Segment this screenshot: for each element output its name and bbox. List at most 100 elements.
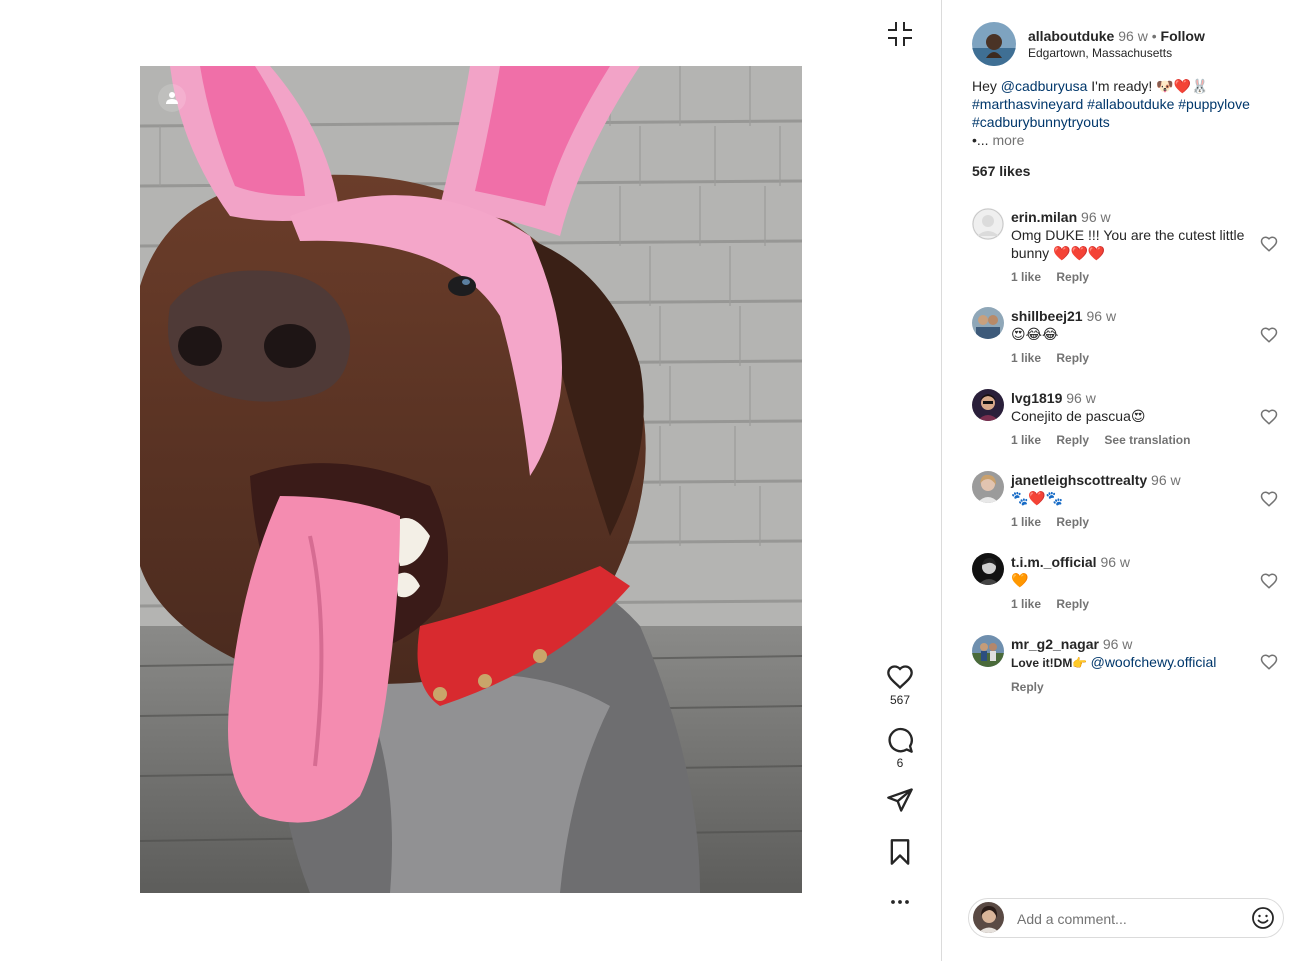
comment-count[interactable]: 6	[880, 756, 920, 770]
separator-dot: •	[1151, 28, 1157, 44]
follow-button[interactable]: Follow	[1161, 28, 1205, 44]
heart-icon[interactable]	[1260, 326, 1278, 344]
heart-icon[interactable]	[1260, 235, 1278, 253]
comment-time: 96 w	[1066, 390, 1096, 406]
reply-button[interactable]: Reply	[1056, 351, 1089, 365]
commenter-avatar[interactable]	[972, 307, 1004, 339]
comment-body: shillbeej21 96 w 😍😂😂 1 like Reply	[1011, 307, 1251, 367]
comment-text: Conejito de pascua😍	[1011, 408, 1146, 424]
more-link[interactable]: more	[992, 132, 1024, 148]
like-action: 567	[880, 663, 920, 707]
comment-time: 96 w	[1151, 472, 1181, 488]
commenter-avatar[interactable]	[972, 208, 1004, 240]
comment-likes[interactable]: 1 like	[1011, 351, 1041, 365]
caption-mention[interactable]: @cadburyusa	[1001, 78, 1088, 94]
reply-button[interactable]: Reply	[1056, 433, 1089, 447]
comment-text: 🐾❤️🐾	[1011, 490, 1064, 506]
commenter-avatar-image	[972, 553, 1004, 585]
hashtag-link[interactable]: #allaboutduke	[1087, 96, 1174, 112]
heart-icon[interactable]	[886, 663, 914, 691]
reply-button[interactable]: Reply	[1056, 597, 1089, 611]
comment-username[interactable]: mr_g2_nagar	[1011, 636, 1099, 652]
commenter-avatar-image	[972, 635, 1004, 667]
author-line: allaboutduke 96 w • Follow	[1028, 28, 1205, 44]
comment-action: 6	[880, 726, 920, 770]
post-time: 96 w	[1118, 28, 1148, 44]
see-translation-link[interactable]: See translation	[1104, 433, 1190, 447]
comment-meta: 1 like Reply	[1011, 513, 1251, 531]
reply-button[interactable]: Reply	[1056, 515, 1089, 529]
comment-likes[interactable]: 1 like	[1011, 597, 1041, 611]
post-details-pane: allaboutduke 96 w • Follow Edgartown, Ma…	[941, 0, 1300, 961]
comment-text: 🧡	[1011, 572, 1029, 588]
comment-time: 96 w	[1081, 209, 1111, 225]
smiley-icon[interactable]	[1251, 906, 1275, 930]
hashtag-link[interactable]: #cadburybunnytryouts	[972, 114, 1110, 130]
hashtag-link[interactable]: #puppylove	[1178, 96, 1250, 112]
comment-meta: Reply	[1011, 678, 1261, 696]
comment-body: t.i.m._official 96 w 🧡 1 like Reply	[1011, 553, 1251, 613]
comment-text: Love it!DM👉	[1011, 656, 1091, 670]
collapse-icon[interactable]	[886, 20, 914, 48]
comment-likes[interactable]: 1 like	[1011, 270, 1041, 284]
caption-ellipsis: •...	[972, 132, 989, 148]
hashtag-link[interactable]: #marthasvineyard	[972, 96, 1083, 112]
commenter-avatar-image	[972, 471, 1004, 503]
commenter-avatar[interactable]	[972, 471, 1004, 503]
comment-username[interactable]: janetleighscottrealty	[1011, 472, 1147, 488]
comment-username[interactable]: erin.milan	[1011, 209, 1077, 225]
comment-likes[interactable]: 1 like	[1011, 433, 1041, 447]
comment-meta: 1 like Reply See translation	[1011, 431, 1251, 449]
post-location[interactable]: Edgartown, Massachusetts	[1028, 46, 1172, 60]
post-photo[interactable]	[140, 66, 802, 893]
likes-count[interactable]: 567 likes	[972, 163, 1030, 179]
paper-plane-icon[interactable]	[886, 786, 914, 814]
heart-icon[interactable]	[1260, 653, 1278, 671]
commenter-avatar[interactable]	[972, 635, 1004, 667]
comment-username[interactable]: lvg1819	[1011, 390, 1062, 406]
comment-time: 96 w	[1086, 308, 1117, 324]
caption-text: I'm ready! 🐶❤️🐰	[1087, 78, 1209, 94]
commenter-avatar-image	[972, 389, 1004, 421]
author-avatar[interactable]	[972, 22, 1016, 66]
bookmark-icon[interactable]	[886, 838, 914, 866]
author-avatar-image	[972, 22, 1016, 66]
comment-body: janetleighscottrealty 96 w 🐾❤️🐾 1 like R…	[1011, 471, 1251, 531]
heart-icon[interactable]	[1260, 408, 1278, 426]
comment-meta: 1 like Reply	[1011, 595, 1251, 613]
heart-icon[interactable]	[1260, 490, 1278, 508]
comment-bubble-icon[interactable]	[886, 726, 914, 754]
comment-meta: 1 like Reply	[1011, 349, 1251, 367]
user-tag-icon	[166, 92, 178, 104]
comment-input[interactable]	[1015, 907, 1239, 931]
tagged-user-badge[interactable]	[158, 84, 186, 112]
comment-text: 😍😂😂	[1011, 326, 1059, 342]
caption-text: Hey	[972, 78, 1001, 94]
comment-mention[interactable]: @woofchewy.official	[1091, 654, 1217, 670]
comment-time: 96 w	[1102, 636, 1133, 652]
comment-text: Omg DUKE !!! You are the cutest little b…	[1011, 227, 1245, 261]
comment-username[interactable]: shillbeej21	[1011, 308, 1083, 324]
comment-body: lvg1819 96 w Conejito de pascua😍 1 like …	[1011, 389, 1251, 449]
commenter-avatar[interactable]	[972, 389, 1004, 421]
comment-time: 96 w	[1100, 554, 1131, 570]
current-user-avatar-image	[973, 902, 1004, 933]
comment-meta: 1 like Reply	[1011, 268, 1251, 286]
author-username[interactable]: allaboutduke	[1028, 28, 1114, 44]
commenter-avatar[interactable]	[972, 553, 1004, 585]
comment-username[interactable]: t.i.m._official	[1011, 554, 1097, 570]
comment-body: erin.milan 96 w Omg DUKE !!! You are the…	[1011, 208, 1251, 286]
comment-likes[interactable]: 1 like	[1011, 515, 1041, 529]
reply-button[interactable]: Reply	[1056, 270, 1089, 284]
more-dots-icon[interactable]	[886, 888, 914, 916]
reply-button[interactable]: Reply	[1011, 680, 1044, 694]
commenter-avatar-image	[972, 307, 1004, 339]
heart-icon[interactable]	[1260, 572, 1278, 590]
post-media-pane: 567 6	[0, 0, 941, 961]
post-author-header: allaboutduke 96 w • Follow Edgartown, Ma…	[972, 22, 1291, 66]
default-avatar-image	[972, 208, 1004, 240]
current-user-avatar[interactable]	[973, 902, 1004, 933]
dog-photo-illustration	[140, 66, 802, 893]
add-comment-bar	[968, 898, 1284, 938]
like-count[interactable]: 567	[880, 693, 920, 707]
